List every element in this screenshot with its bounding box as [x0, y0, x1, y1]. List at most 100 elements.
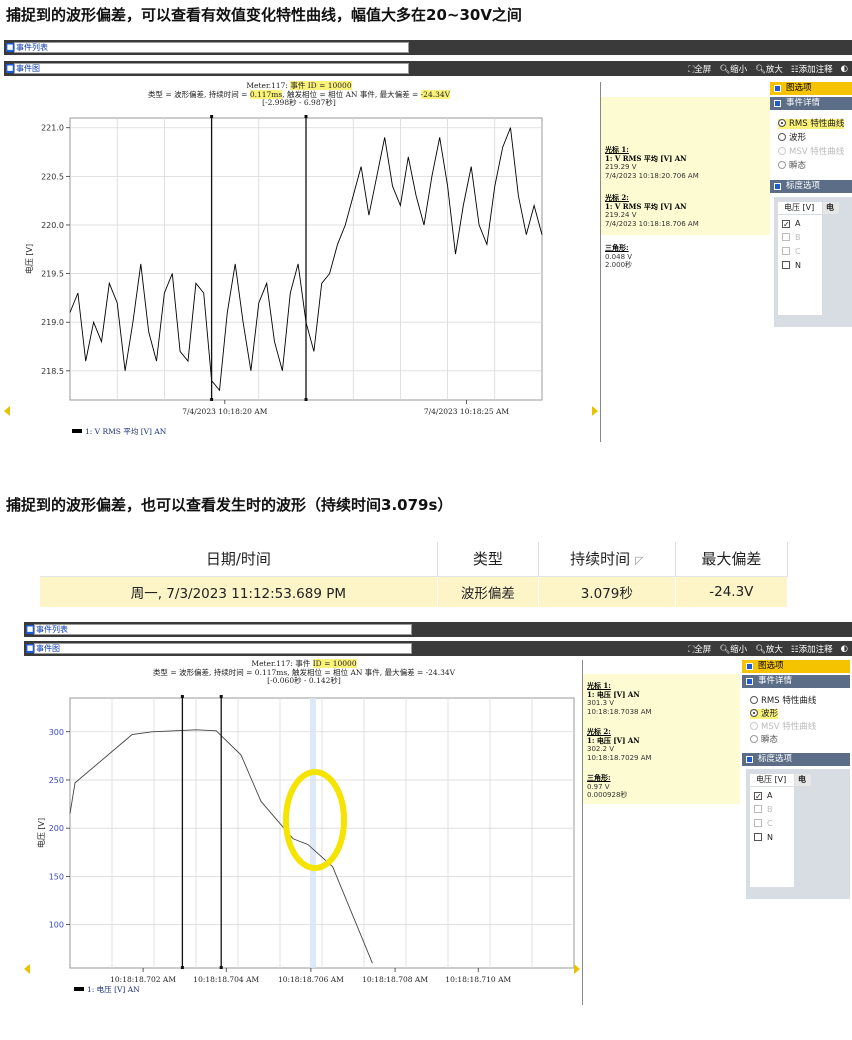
event-list-tab[interactable]: 事件列表 [34, 624, 412, 635]
rms-curve-radio[interactable]: RMS 特性曲线 [750, 696, 816, 706]
settings-icon[interactable]: ◐ [841, 644, 848, 654]
y-tick-label: 219.0 [41, 318, 64, 327]
collapse-icon [746, 678, 753, 685]
event-details-header[interactable]: 事件详情 [742, 675, 850, 688]
phase-a-checkbox[interactable]: ✓ A [754, 791, 772, 801]
cell-max-deviation: -24.3V [675, 576, 789, 607]
collapse-icon [746, 756, 753, 763]
magnifier-icon: 🔍︎ [755, 644, 766, 655]
col-header-max-deviation[interactable]: 最大偏差 [675, 542, 789, 577]
phase-b-checkbox[interactable]: B [754, 805, 773, 815]
scroll-right-icon[interactable] [592, 406, 598, 416]
voltage-column-header[interactable]: 电压 [V] [778, 202, 822, 214]
msv-curve-radio[interactable]: MSV 特性曲线 [750, 722, 816, 732]
zoom-in-button[interactable]: 🔍︎放大 [755, 63, 783, 75]
col-header-duration[interactable]: 持续时间 ◸ [538, 542, 676, 577]
graph-options-header[interactable]: 图选项 [770, 82, 852, 95]
cursor-handle-2[interactable] [219, 966, 223, 969]
cursor-handle-1[interactable] [210, 115, 214, 118]
event-graph-tab[interactable]: 事件图 [14, 63, 409, 74]
phase-c-checkbox[interactable]: C [782, 247, 801, 257]
fullscreen-button[interactable]: ⛶全屏 [688, 63, 711, 75]
fullscreen-button[interactable]: ⛶全屏 [688, 643, 711, 655]
event-list-bar[interactable]: ■ 事件列表 [4, 40, 852, 55]
zoom-out-button[interactable]: 🔍︎缩小 [719, 643, 747, 655]
phase-scale-grid: 电压 [V] 电 ✓ A B C N [746, 769, 850, 899]
event-viewer-panel-1: ■ 事件列表 ■ 事件图 ⛶全屏 🔍︎缩小 🔍︎放大 ☷添加注释 ◐ Meter… [4, 40, 852, 445]
cursor-handle-1[interactable] [180, 695, 184, 698]
phase-n-checkbox[interactable]: N [754, 833, 773, 843]
y-tick-label: 219.5 [41, 270, 64, 279]
cursor-handle-1[interactable] [210, 398, 214, 401]
event-table: 日期/时间 类型 持续时间 ◸ 最大偏差 周一, 7/3/2023 11:12:… [40, 542, 789, 607]
event-list-bar[interactable]: ■ 事件列表 [24, 622, 852, 637]
phase-a-checkbox[interactable]: ✓ A [782, 219, 800, 229]
x-tick-label: 7/4/2023 10:18:25 AM [424, 407, 510, 416]
chart-legend[interactable]: 1: 电压 [V] AN [74, 984, 140, 995]
scale-options-header[interactable]: 标度选项 [742, 753, 850, 766]
highlight-band [310, 698, 316, 968]
phase-scale-grid: 电压 [V] 电 ✓ A B C N [774, 197, 852, 327]
heading-rms-curve: 捕捉到的波形偏差，可以查看有效值变化特性曲线，幅值大多在20~30V之间 [6, 6, 522, 24]
check-icon: ✓ [782, 220, 790, 229]
y-tick-label: 200 [49, 824, 64, 833]
add-note-button[interactable]: ☷添加注释 [791, 63, 833, 75]
rms-chart[interactable]: 218.5 219.0 219.5 220.0 220.5 221.0 7/4/2023 1… [4, 108, 594, 438]
add-note-button[interactable]: ☷添加注释 [791, 643, 833, 655]
event-graph-bar[interactable]: ■ 事件图 ⛶全屏 🔍︎缩小 🔍︎放大 ☷添加注释 ◐ [4, 61, 852, 76]
y-tick-label: 100 [49, 921, 64, 930]
zoom-in-button[interactable]: 🔍︎放大 [755, 643, 783, 655]
phase-b-checkbox[interactable]: B [782, 233, 801, 243]
event-list-tab[interactable]: 事件列表 [14, 42, 409, 53]
phase-c-checkbox[interactable]: C [754, 819, 773, 829]
settings-icon[interactable]: ◐ [841, 64, 848, 74]
zoom-out-button[interactable]: 🔍︎缩小 [719, 63, 747, 75]
chart-header: Meter.117: 事件 ID = 10000 类型 = 波形偏差, 持续时间… [152, 659, 456, 685]
waveform-radio[interactable]: 波形 [750, 709, 779, 719]
scale-options-header[interactable]: 标度选项 [770, 180, 852, 193]
col-header-datetime[interactable]: 日期/时间 [40, 542, 438, 577]
magnifier-icon: 🔍︎ [755, 64, 766, 75]
waveform-chart[interactable]: 100 150 200 250 300 10:18:18.702 AM 10:18:18.7… [24, 684, 584, 1004]
scroll-left-icon[interactable] [24, 964, 30, 974]
cursor-handle-2[interactable] [304, 115, 308, 118]
event-graph-bar[interactable]: ■ 事件图 ⛶全屏 🔍︎缩小 🔍︎放大 ☷添加注释 ◐ [24, 641, 852, 656]
cursor-handle-2[interactable] [219, 695, 223, 698]
collapse-icon[interactable]: ■ [6, 64, 14, 73]
delta-info: 三角形: 0.97 V 0.000928秒 [587, 773, 628, 799]
cursor-handle-1[interactable] [180, 966, 184, 969]
legend-swatch [72, 429, 82, 433]
collapse-icon [746, 663, 753, 670]
graph-options-header[interactable]: 图选项 [742, 660, 850, 673]
cursor-info-panel: 光标 1: 1: 电压 [V] AN 301.3 V 10:18:18.7038… [582, 660, 740, 1005]
collapse-icon[interactable]: ■ [6, 43, 14, 52]
scroll-left-icon[interactable] [4, 406, 10, 416]
collapse-icon[interactable]: ■ [26, 625, 34, 634]
radio-selected-icon [778, 119, 786, 127]
transient-radio[interactable]: 瞬态 [750, 735, 778, 745]
y-tick-label: 220.5 [41, 172, 64, 181]
table-row[interactable]: 周一, 7/3/2023 11:12:53.689 PM 波形偏差 3.079秒… [40, 576, 789, 607]
chart-legend[interactable]: 1: V RMS 平均 [V] AN [72, 426, 166, 437]
event-graph-tab[interactable]: 事件图 [34, 643, 412, 654]
event-details-header[interactable]: 事件详情 [770, 97, 852, 110]
second-column-header[interactable]: 电 [823, 202, 839, 214]
chart-toolbar: ⛶全屏 🔍︎缩小 🔍︎放大 ☷添加注释 ◐ [688, 641, 848, 656]
collapse-icon[interactable]: ■ [26, 644, 34, 653]
note-icon: ☷ [790, 64, 799, 75]
collapse-icon [774, 183, 781, 190]
rms-curve-radio[interactable]: RMS 特性曲线 [778, 119, 845, 129]
collapse-icon [774, 85, 781, 92]
col-header-type[interactable]: 类型 [437, 542, 539, 577]
y-tick-label: 250 [49, 776, 64, 785]
msv-curve-radio[interactable]: MSV 特性曲线 [778, 147, 844, 157]
second-column-header[interactable]: 电 [795, 774, 811, 786]
phase-n-checkbox[interactable]: N [782, 261, 801, 271]
cursor-handle-2[interactable] [304, 398, 308, 401]
waveform-radio[interactable]: 波形 [778, 133, 806, 143]
scroll-right-icon[interactable] [574, 964, 580, 974]
radio-icon [778, 147, 786, 155]
voltage-column-header[interactable]: 电压 [V] [750, 774, 794, 786]
magnifier-icon: 🔍︎ [719, 64, 731, 75]
transient-radio[interactable]: 瞬态 [778, 161, 806, 171]
